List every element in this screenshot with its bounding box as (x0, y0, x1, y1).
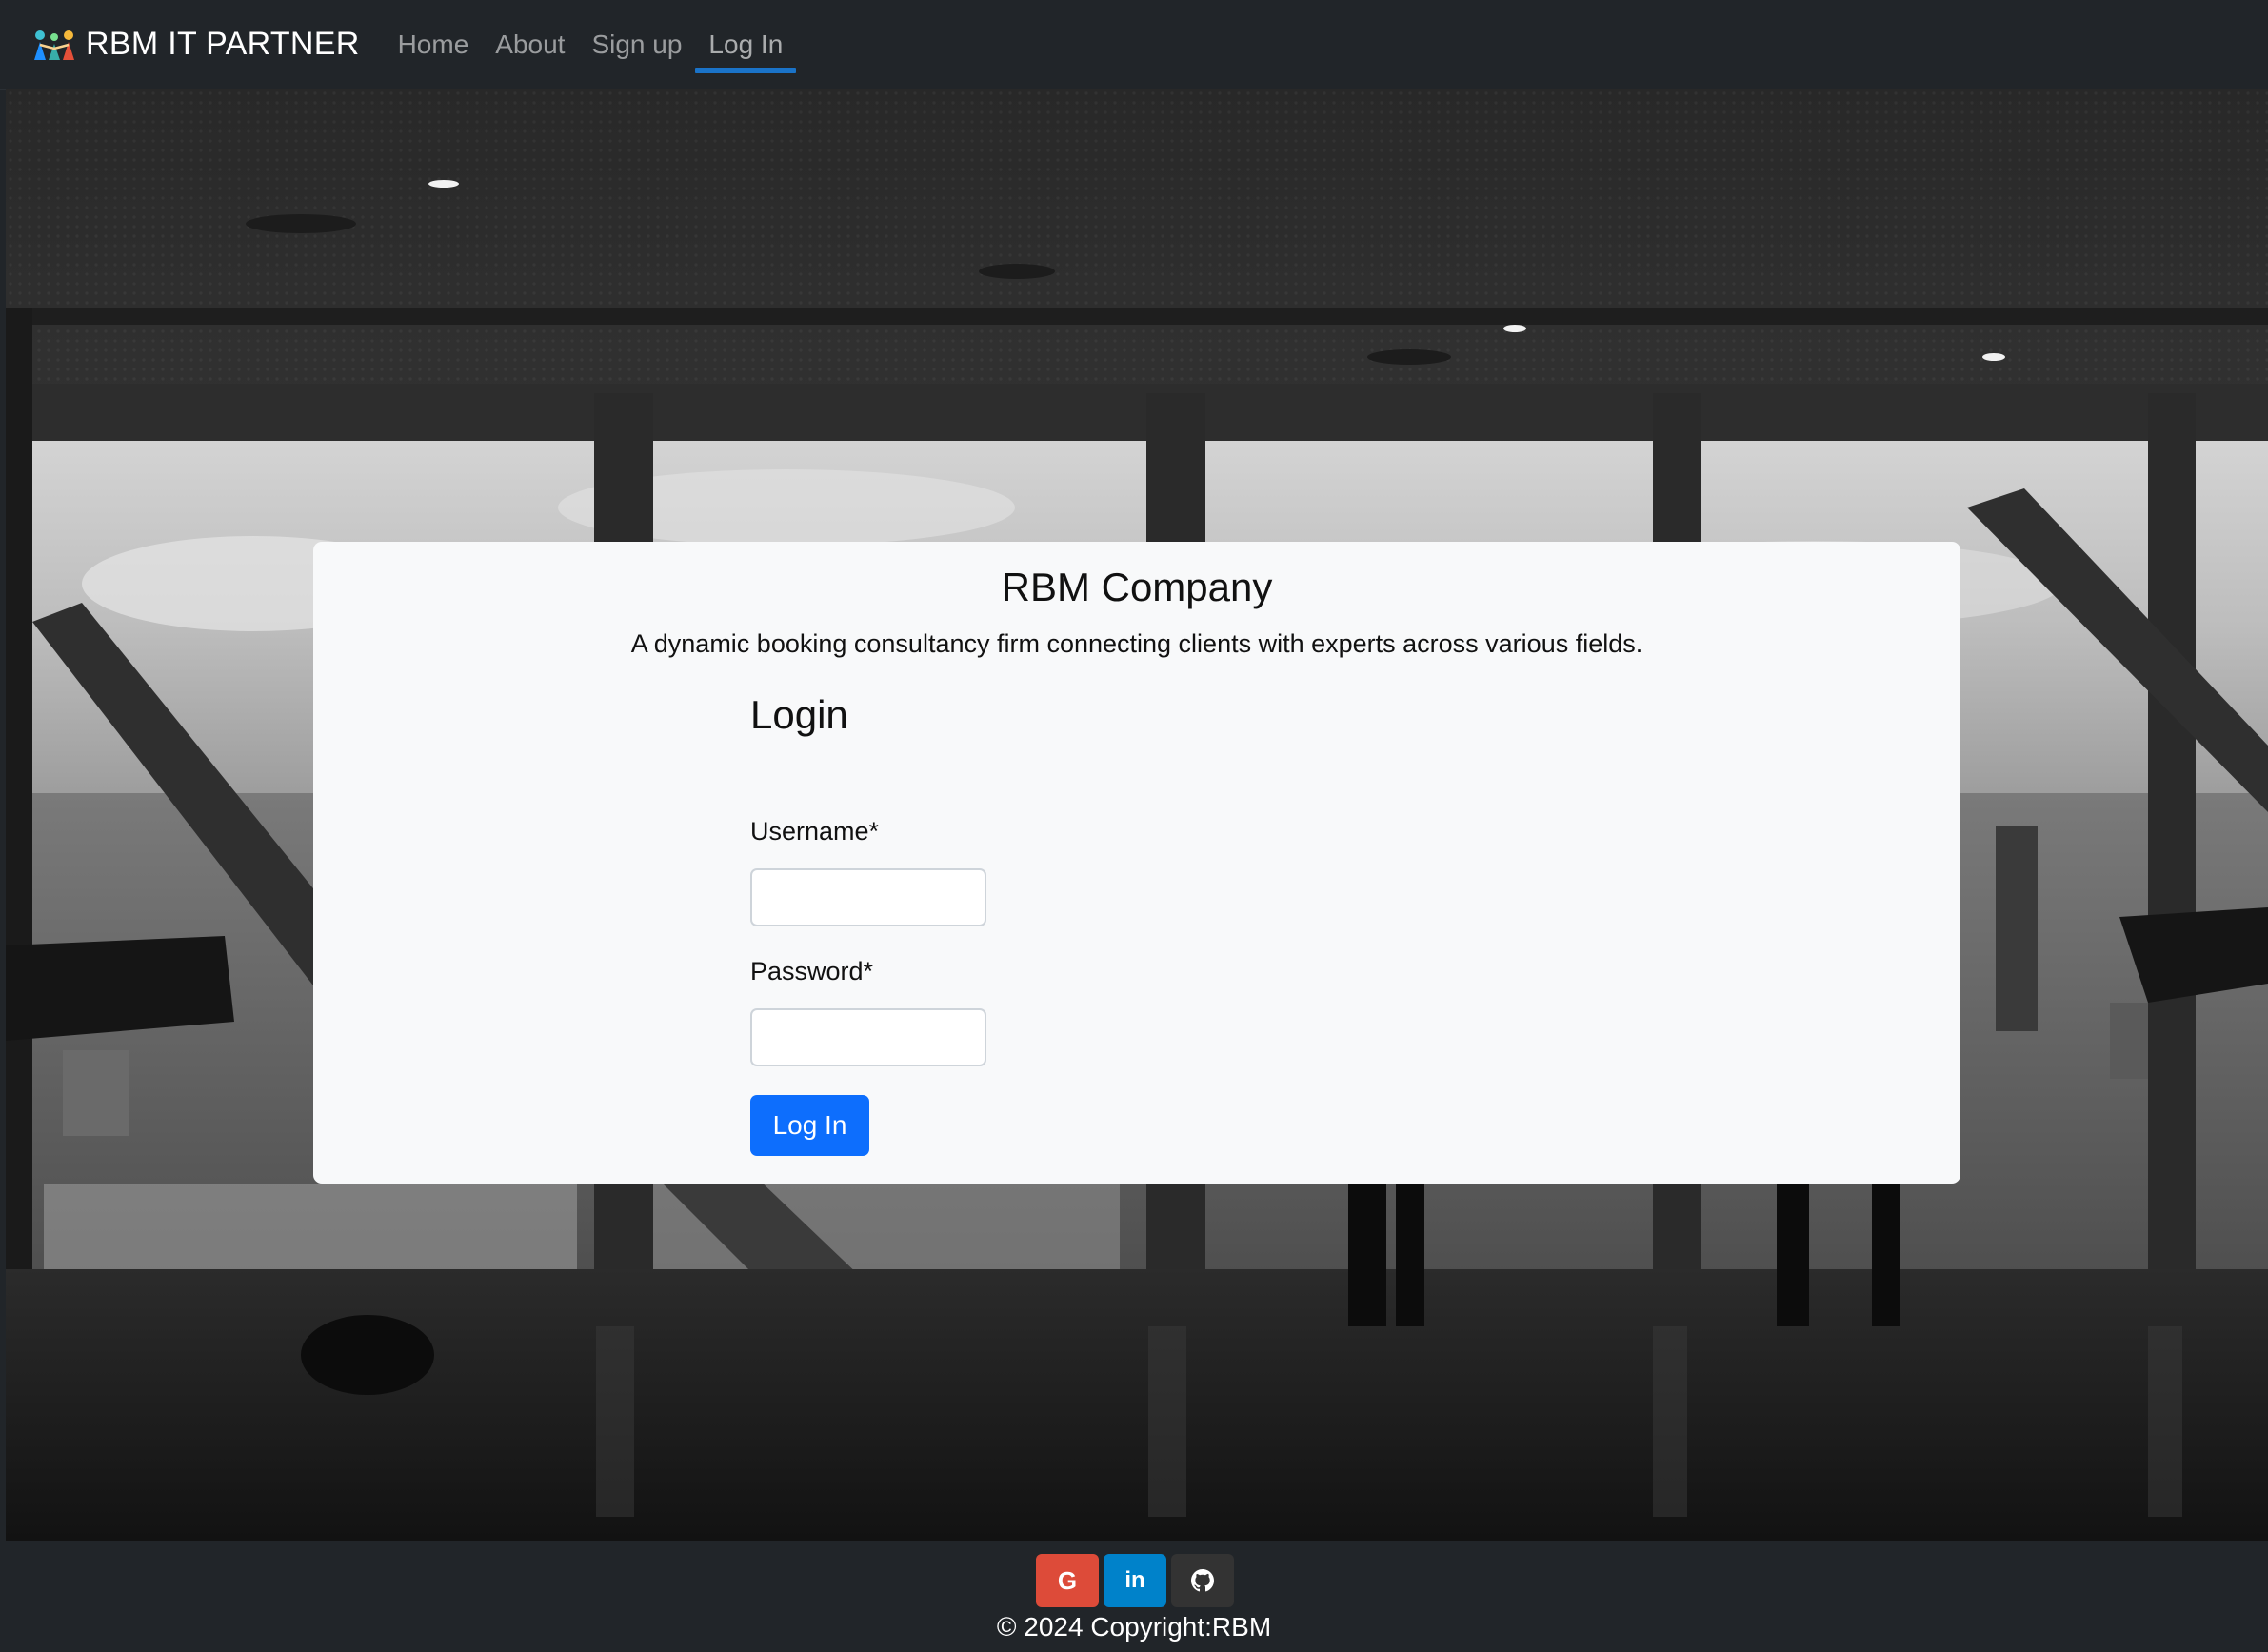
copyright-text: © 2024 Copyright:RBM (996, 1612, 1272, 1642)
google-button[interactable]: G (1036, 1554, 1099, 1607)
username-label: Username* (750, 817, 880, 846)
nav-links: Home About Sign up Log In (385, 0, 797, 89)
nav-home[interactable]: Home (385, 0, 483, 89)
brand-link[interactable]: RBM IT PARTNER (30, 0, 360, 89)
login-heading: Login (750, 692, 848, 737)
nav-login[interactable]: Log In (695, 0, 797, 89)
brand-logo-icon (34, 30, 74, 60)
nav-signup[interactable]: Sign up (578, 0, 695, 89)
username-input[interactable] (750, 868, 986, 926)
page: RBM IT PARTNER Home About Sign up Log In (0, 0, 2268, 1652)
company-description: A dynamic booking consultancy firm conne… (630, 629, 1643, 658)
password-label: Password* (750, 957, 874, 985)
footer: G in © 2024 Copyright:RBM (0, 1541, 2268, 1652)
login-card: RBM Company A dynamic booking consultanc… (313, 542, 1960, 1184)
github-icon (1191, 1569, 1214, 1592)
google-icon: G (1057, 1565, 1078, 1595)
nav-about[interactable]: About (482, 0, 578, 89)
linkedin-icon: in (1124, 1567, 1145, 1593)
brand-name: RBM IT PARTNER (86, 26, 360, 62)
github-button[interactable] (1171, 1554, 1234, 1607)
social-links: G in (1036, 1554, 1239, 1607)
linkedin-button[interactable]: in (1104, 1554, 1166, 1607)
password-input[interactable] (750, 1008, 986, 1066)
login-submit-button[interactable]: Log In (750, 1095, 869, 1156)
company-title: RBM Company (1001, 565, 1273, 609)
navbar: RBM IT PARTNER Home About Sign up Log In (0, 0, 2268, 90)
